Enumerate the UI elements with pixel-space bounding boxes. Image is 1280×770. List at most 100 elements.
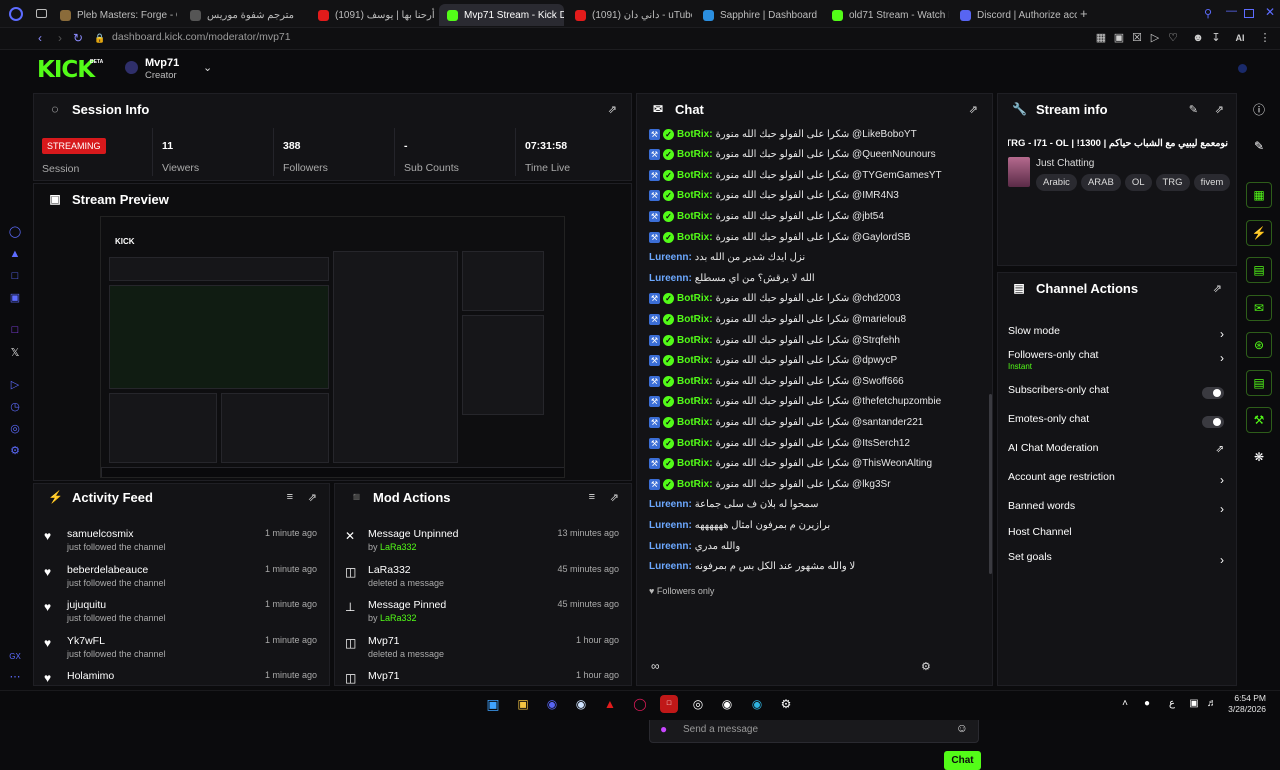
back-icon[interactable]: ‹ bbox=[32, 30, 48, 46]
pencil-icon[interactable]: ✎ bbox=[1252, 139, 1266, 153]
system-clock[interactable]: 6:54 PM 3/28/2026 bbox=[1228, 693, 1266, 715]
actor-name[interactable]: LaRa332 bbox=[380, 542, 417, 552]
download-icon[interactable]: ↧ bbox=[1209, 31, 1223, 45]
app-icon[interactable]: ◉ bbox=[718, 695, 736, 713]
channel-action-subscribers-only-chat[interactable]: Subscribers-only chat bbox=[1008, 384, 1224, 406]
chat-username[interactable]: Lureenn: bbox=[649, 541, 692, 552]
app-icon[interactable]: □ bbox=[660, 695, 678, 713]
chat-settings-icon[interactable]: ⚙ bbox=[921, 660, 931, 673]
toggle-switch[interactable] bbox=[1202, 416, 1224, 428]
chat-username[interactable]: BotRix: bbox=[677, 149, 713, 160]
channel-action-host-channel[interactable]: Host Channel bbox=[1008, 526, 1224, 548]
tray-chevron-icon[interactable]: ˄ bbox=[1116, 695, 1134, 713]
steam-icon[interactable]: ◉ bbox=[572, 695, 590, 713]
item-name[interactable]: LaRa332 bbox=[368, 564, 411, 576]
info-icon[interactable]: ⓘ bbox=[1252, 103, 1266, 117]
chat-username[interactable]: BotRix: bbox=[677, 170, 713, 181]
actor-name[interactable]: LaRa332 bbox=[380, 613, 417, 623]
channel-action-emotes-only-chat[interactable]: Emotes-only chat bbox=[1008, 413, 1224, 435]
chat-username[interactable]: Lureenn: bbox=[649, 273, 692, 284]
chat-username[interactable]: BotRix: bbox=[677, 335, 713, 346]
chat-username[interactable]: BotRix: bbox=[677, 417, 713, 428]
tab-switcher-icon[interactable] bbox=[36, 9, 47, 18]
chevron-down-icon[interactable]: ⌄ bbox=[203, 61, 212, 74]
sidebar-app-icon[interactable]: ▣ bbox=[8, 291, 22, 305]
channel-action-set-goals[interactable]: Set goals › bbox=[1008, 551, 1224, 573]
search-tabs-icon[interactable]: ⚲ bbox=[1204, 7, 1212, 20]
send-chat-button[interactable]: Chat bbox=[944, 751, 981, 770]
popout-icon[interactable]: ⇗ bbox=[1215, 103, 1224, 116]
forward-icon[interactable]: › bbox=[52, 30, 68, 46]
chat-username[interactable]: BotRix: bbox=[677, 190, 713, 201]
item-name[interactable]: Mvp71 bbox=[368, 635, 400, 647]
browser-tab[interactable]: (1091) داني دان - uTube bbox=[567, 4, 692, 26]
twitch-icon[interactable]: □ bbox=[8, 323, 22, 337]
new-tab-icon[interactable]: + bbox=[1080, 6, 1088, 21]
chat-username[interactable]: BotRix: bbox=[677, 129, 713, 140]
broadcast-icon[interactable]: ⊛ bbox=[1246, 332, 1272, 358]
tag-chip[interactable]: TRG bbox=[1155, 174, 1190, 191]
sidebar-app-icon[interactable]: ▲ bbox=[8, 247, 22, 261]
chat-username[interactable]: BotRix: bbox=[677, 355, 713, 366]
windows-start-icon[interactable]: ▣ bbox=[484, 695, 502, 713]
ai-button[interactable]: AI bbox=[1230, 31, 1250, 45]
wrench-icon[interactable]: ⚒ bbox=[1246, 407, 1272, 433]
filter-icon[interactable]: ≡ bbox=[589, 491, 595, 503]
profile-icon[interactable]: ☻ bbox=[1191, 31, 1205, 45]
language-indicator[interactable]: ع bbox=[1163, 695, 1181, 713]
chat-username[interactable]: Lureenn: bbox=[649, 252, 692, 263]
x-icon[interactable]: 𝕏 bbox=[8, 346, 22, 360]
chat-extensions-icon[interactable]: ∞ bbox=[651, 659, 660, 673]
browser-tab[interactable]: (1091) أرحنا بها | يوسف bbox=[310, 4, 435, 26]
layout-icon[interactable]: ▤ bbox=[1246, 370, 1272, 396]
emoji-icon[interactable]: ☺ bbox=[956, 721, 968, 735]
item-name[interactable]: Yk7wFL bbox=[67, 635, 105, 647]
popout-icon[interactable]: ⇗ bbox=[610, 491, 619, 504]
chat-username[interactable]: BotRix: bbox=[677, 396, 713, 407]
maximize-icon[interactable] bbox=[1244, 9, 1254, 18]
sidebar-app-icon[interactable]: ◎ bbox=[8, 422, 22, 436]
item-name[interactable]: jujuquitu bbox=[67, 599, 106, 611]
chat-username[interactable]: BotRix: bbox=[677, 293, 713, 304]
chat-username[interactable]: BotRix: bbox=[677, 211, 713, 222]
microphone-icon[interactable]: ● bbox=[660, 722, 667, 736]
popout-icon[interactable]: ⇗ bbox=[969, 103, 978, 116]
popout-icon[interactable]: ⇗ bbox=[308, 491, 317, 504]
chat-username[interactable]: Lureenn: bbox=[649, 520, 692, 531]
chat-username[interactable]: BotRix: bbox=[677, 438, 713, 449]
channel-action-slow-mode[interactable]: Slow mode › bbox=[1008, 325, 1224, 347]
browser-tab[interactable]: Sapphire | Dashboard bbox=[695, 4, 820, 26]
tag-chip[interactable]: OL bbox=[1124, 174, 1152, 191]
item-name[interactable]: Holamimo bbox=[67, 670, 114, 682]
apps-icon[interactable]: ❋ bbox=[1252, 450, 1266, 464]
browser-tab[interactable]: Discord | Authorize access bbox=[952, 4, 1077, 26]
browser-tab[interactable]: Pleb Masters: Forge - GTA bbox=[52, 4, 177, 26]
reload-icon[interactable]: ↻ bbox=[70, 30, 86, 46]
chat-username[interactable]: Lureenn: bbox=[649, 561, 692, 572]
document-icon[interactable]: ▤ bbox=[1246, 257, 1272, 283]
sidebar-messenger-icon[interactable]: ◯ bbox=[8, 225, 22, 239]
sidebar-app-icon[interactable]: □ bbox=[8, 269, 22, 283]
minimize-icon[interactable]: — bbox=[1226, 5, 1237, 17]
bolt-icon[interactable]: ⚡ bbox=[1246, 220, 1272, 246]
play-icon[interactable]: ▷ bbox=[1148, 31, 1162, 45]
opera-gx-icon[interactable]: ◯ bbox=[631, 695, 649, 713]
more-icon[interactable]: ⋯ bbox=[8, 670, 22, 684]
close-window-icon[interactable]: ✕ bbox=[1265, 5, 1275, 19]
channel-action-banned-words[interactable]: Banned words › bbox=[1008, 500, 1224, 522]
chat-username[interactable]: BotRix: bbox=[677, 232, 713, 243]
settings-icon[interactable]: ⚙ bbox=[8, 444, 22, 458]
toggle-switch[interactable] bbox=[1202, 387, 1224, 399]
category-name[interactable]: Just Chatting bbox=[1036, 158, 1094, 169]
bookmark-icon[interactable]: ▦ bbox=[1094, 31, 1108, 45]
filter-icon[interactable]: ≡ bbox=[287, 491, 293, 503]
chat-username[interactable]: BotRix: bbox=[677, 479, 713, 490]
extension-icon[interactable]: ▣ bbox=[1112, 31, 1126, 45]
item-name[interactable]: beberdelabeauce bbox=[67, 564, 148, 576]
chat-scrollbar[interactable] bbox=[989, 394, 992, 574]
obs-icon[interactable]: ◎ bbox=[689, 695, 707, 713]
history-icon[interactable]: ◷ bbox=[8, 400, 22, 414]
browser-tab[interactable]: مترجم شفوة موريس bbox=[182, 4, 307, 26]
heart-icon[interactable]: ♡ bbox=[1166, 31, 1180, 45]
chat-username[interactable]: BotRix: bbox=[677, 376, 713, 387]
